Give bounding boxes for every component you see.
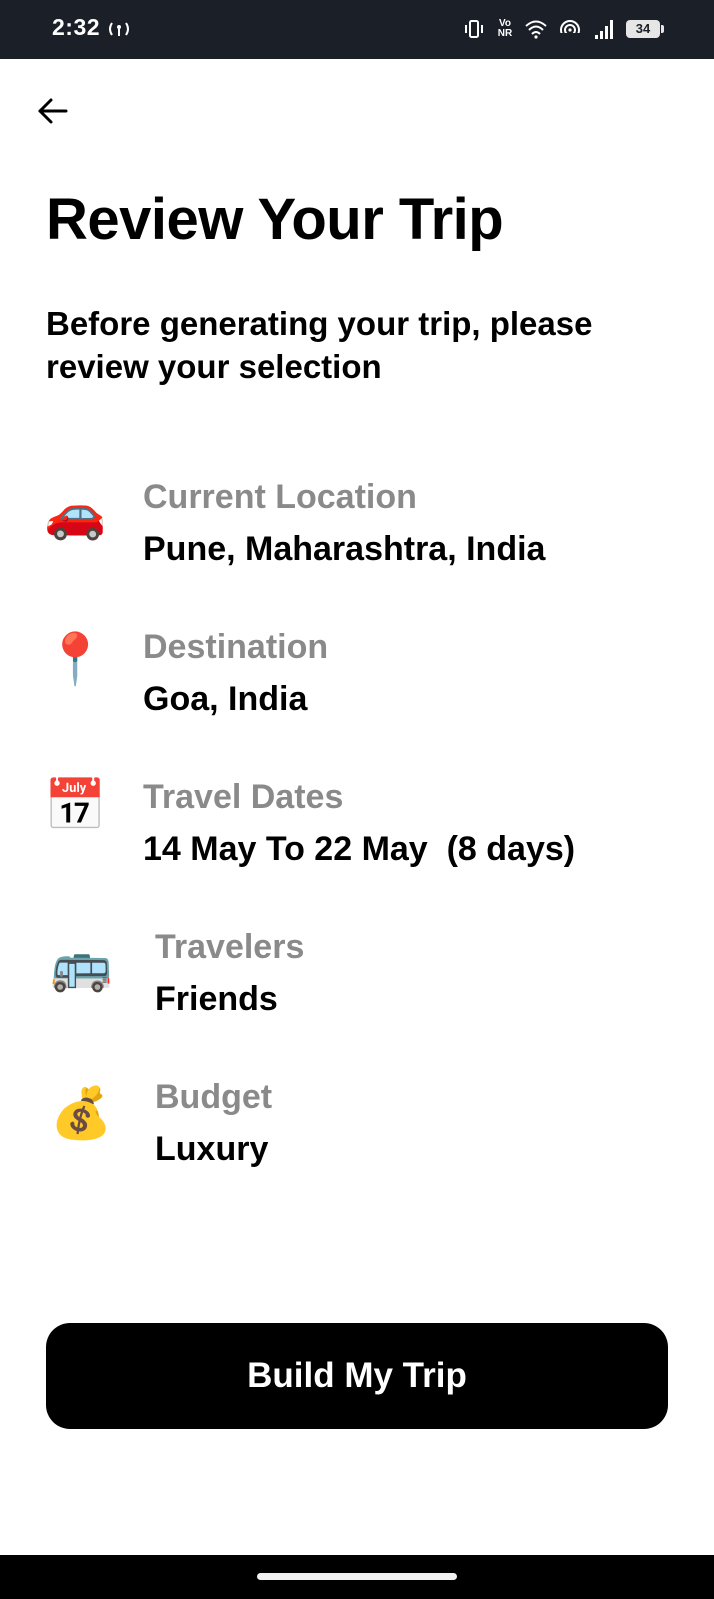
review-item-budget: 💰 Budget Luxury	[0, 1070, 714, 1180]
destination-label: Destination	[143, 628, 329, 666]
travelers-label: Travelers	[155, 928, 305, 966]
vibrate-icon	[465, 20, 483, 38]
home-indicator[interactable]	[257, 1573, 457, 1580]
navigation-bar	[0, 1555, 714, 1599]
wifi-icon	[525, 20, 547, 39]
budget-label: Budget	[155, 1078, 273, 1116]
build-my-trip-button[interactable]: Build My Trip	[46, 1323, 668, 1429]
page-subtitle: Before generating your trip, please revi…	[46, 305, 593, 385]
money-bag-icon: 💰	[50, 1085, 113, 1141]
volte-bottom-label: NR	[497, 28, 513, 39]
current-location-value: Pune, Maharashtra, India	[143, 530, 546, 568]
screen: 2:32 Vo NR 34 Review Your Trip Before ge…	[0, 0, 714, 1599]
destination-value: Goa, India	[143, 680, 308, 718]
bus-icon: 🚌	[50, 937, 113, 993]
travel-dates-label: Travel Dates	[143, 778, 344, 816]
back-arrow-icon[interactable]	[30, 88, 76, 134]
status-time: 2:32	[52, 14, 101, 40]
signal-icon	[595, 20, 613, 39]
status-bar: 2:32 Vo NR 34	[0, 0, 714, 59]
budget-value: Luxury	[155, 1130, 269, 1168]
calendar-icon: 📅	[44, 777, 107, 833]
car-icon: 🚗	[44, 485, 107, 541]
pin-icon: 📍	[44, 631, 107, 687]
volte-icon: Vo NR	[496, 19, 514, 39]
current-location-label: Current Location	[143, 478, 417, 516]
review-item-current-location: 🚗 Current Location Pune, Maharashtra, In…	[0, 470, 714, 580]
battery-icon: 34	[626, 20, 664, 38]
hotspot-signal-icon	[560, 20, 580, 41]
status-icons: Vo NR 34	[462, 16, 664, 42]
review-item-travelers: 🚌 Travelers Friends	[0, 920, 714, 1030]
travel-dates-value: 14 May To 22 May (8 days)	[143, 830, 576, 868]
hotspot-icon	[109, 22, 129, 36]
travelers-value: Friends	[155, 980, 278, 1018]
review-item-destination: 📍 Destination Goa, India	[0, 620, 714, 730]
page-title: Review Your Trip	[46, 187, 504, 252]
review-item-travel-dates: 📅 Travel Dates 14 May To 22 May (8 days)	[0, 770, 714, 880]
